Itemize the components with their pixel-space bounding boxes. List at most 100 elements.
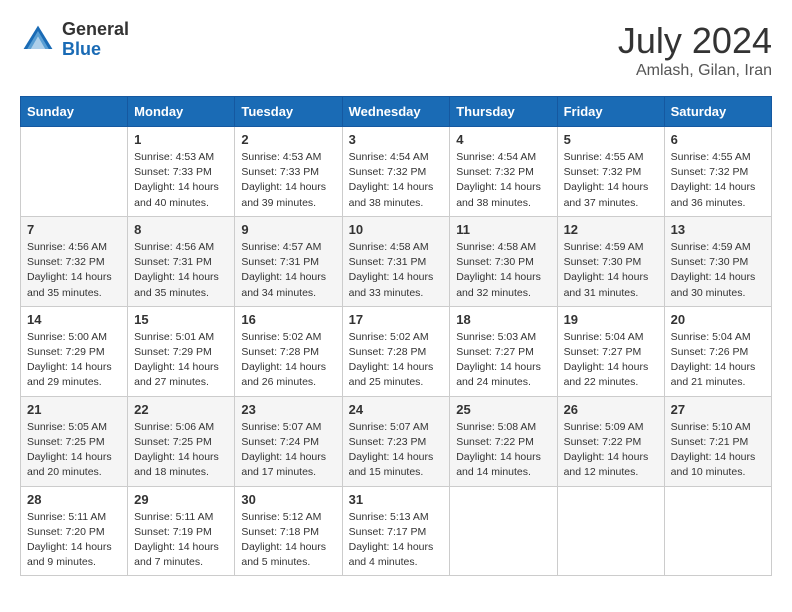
day-number: 8 xyxy=(134,222,228,237)
day-number: 17 xyxy=(349,312,444,327)
calendar-cell: 23 Sunrise: 5:07 AMSunset: 7:24 PMDayligh… xyxy=(235,396,342,486)
day-info: Sunrise: 5:09 AMSunset: 7:22 PMDaylight:… xyxy=(564,420,658,481)
day-number: 7 xyxy=(27,222,121,237)
calendar-cell xyxy=(21,127,128,217)
col-header-friday: Friday xyxy=(557,97,664,127)
day-info: Sunrise: 5:04 AMSunset: 7:27 PMDaylight:… xyxy=(564,330,658,391)
calendar-cell: 12 Sunrise: 4:59 AMSunset: 7:30 PMDayligh… xyxy=(557,216,664,306)
day-number: 19 xyxy=(564,312,658,327)
day-info: Sunrise: 5:00 AMSunset: 7:29 PMDaylight:… xyxy=(27,330,121,391)
calendar-cell: 15Sunrise: 5:01 AMSunset: 7:29 PMDayligh… xyxy=(128,306,235,396)
logo-blue-text: Blue xyxy=(62,40,129,60)
day-info: Sunrise: 5:07 AMSunset: 7:24 PMDaylight:… xyxy=(241,420,335,481)
day-info: Sunrise: 5:06 AMSunset: 7:25 PMDaylight:… xyxy=(134,420,228,481)
day-info: Sunrise: 4:53 AMSunset: 7:33 PMDaylight:… xyxy=(241,150,335,211)
calendar-week-row: 28 Sunrise: 5:11 AMSunset: 7:20 PMDayligh… xyxy=(21,486,772,576)
day-info: Sunrise: 4:54 AMSunset: 7:32 PMDaylight:… xyxy=(456,150,550,211)
day-info: Sunrise: 4:59 AMSunset: 7:30 PMDaylight:… xyxy=(564,240,658,301)
calendar-cell: 26Sunrise: 5:09 AMSunset: 7:22 PMDayligh… xyxy=(557,396,664,486)
day-number: 10 xyxy=(349,222,444,237)
calendar-cell xyxy=(557,486,664,576)
day-info: Sunrise: 5:05 AMSunset: 7:25 PMDaylight:… xyxy=(27,420,121,481)
calendar-week-row: 7 Sunrise: 4:56 AMSunset: 7:32 PMDaylight… xyxy=(21,216,772,306)
logo: General Blue xyxy=(20,20,129,60)
day-info: Sunrise: 5:04 AMSunset: 7:26 PMDaylight:… xyxy=(671,330,765,391)
day-number: 12 xyxy=(564,222,658,237)
day-info: Sunrise: 4:58 AMSunset: 7:31 PMDaylight:… xyxy=(349,240,444,301)
day-number: 31 xyxy=(349,492,444,507)
day-info: Sunrise: 4:54 AMSunset: 7:32 PMDaylight:… xyxy=(349,150,444,211)
day-number: 29 xyxy=(134,492,228,507)
calendar-cell: 31 Sunrise: 5:13 AMSunset: 7:17 PMDayligh… xyxy=(342,486,450,576)
day-number: 21 xyxy=(27,402,121,417)
day-number: 16 xyxy=(241,312,335,327)
day-number: 24 xyxy=(349,402,444,417)
calendar-week-row: 14Sunrise: 5:00 AMSunset: 7:29 PMDayligh… xyxy=(21,306,772,396)
calendar-cell: 4 Sunrise: 4:54 AMSunset: 7:32 PMDaylight… xyxy=(450,127,557,217)
calendar-cell: 13 Sunrise: 4:59 AMSunset: 7:30 PMDayligh… xyxy=(664,216,771,306)
day-number: 11 xyxy=(456,222,550,237)
logo-icon xyxy=(20,22,56,58)
day-number: 23 xyxy=(241,402,335,417)
day-info: Sunrise: 5:11 AMSunset: 7:19 PMDaylight:… xyxy=(134,510,228,571)
calendar-cell: 27 Sunrise: 5:10 AMSunset: 7:21 PMDayligh… xyxy=(664,396,771,486)
day-info: Sunrise: 5:02 AMSunset: 7:28 PMDaylight:… xyxy=(349,330,444,391)
calendar-cell: 3 Sunrise: 4:54 AMSunset: 7:32 PMDaylight… xyxy=(342,127,450,217)
day-number: 13 xyxy=(671,222,765,237)
day-info: Sunrise: 5:12 AMSunset: 7:18 PMDaylight:… xyxy=(241,510,335,571)
day-info: Sunrise: 4:59 AMSunset: 7:30 PMDaylight:… xyxy=(671,240,765,301)
col-header-monday: Monday xyxy=(128,97,235,127)
calendar-cell: 16Sunrise: 5:02 AMSunset: 7:28 PMDayligh… xyxy=(235,306,342,396)
logo-text: General Blue xyxy=(62,20,129,60)
calendar-week-row: 21 Sunrise: 5:05 AMSunset: 7:25 PMDayligh… xyxy=(21,396,772,486)
calendar-cell: 30 Sunrise: 5:12 AMSunset: 7:18 PMDayligh… xyxy=(235,486,342,576)
col-header-thursday: Thursday xyxy=(450,97,557,127)
day-info: Sunrise: 5:08 AMSunset: 7:22 PMDaylight:… xyxy=(456,420,550,481)
day-number: 27 xyxy=(671,402,765,417)
day-info: Sunrise: 5:13 AMSunset: 7:17 PMDaylight:… xyxy=(349,510,444,571)
day-number: 30 xyxy=(241,492,335,507)
calendar-cell: 17 Sunrise: 5:02 AMSunset: 7:28 PMDayligh… xyxy=(342,306,450,396)
calendar-table: SundayMondayTuesdayWednesdayThursdayFrid… xyxy=(20,96,772,576)
calendar-cell: 9 Sunrise: 4:57 AMSunset: 7:31 PMDaylight… xyxy=(235,216,342,306)
calendar-cell: 19 Sunrise: 5:04 AMSunset: 7:27 PMDayligh… xyxy=(557,306,664,396)
day-number: 5 xyxy=(564,132,658,147)
calendar-cell: 7 Sunrise: 4:56 AMSunset: 7:32 PMDaylight… xyxy=(21,216,128,306)
logo-general-text: General xyxy=(62,20,129,40)
day-info: Sunrise: 4:57 AMSunset: 7:31 PMDaylight:… xyxy=(241,240,335,301)
day-number: 2 xyxy=(241,132,335,147)
day-info: Sunrise: 5:11 AMSunset: 7:20 PMDaylight:… xyxy=(27,510,121,571)
col-header-sunday: Sunday xyxy=(21,97,128,127)
day-info: Sunrise: 5:10 AMSunset: 7:21 PMDaylight:… xyxy=(671,420,765,481)
day-number: 25 xyxy=(456,402,550,417)
day-number: 3 xyxy=(349,132,444,147)
day-info: Sunrise: 5:01 AMSunset: 7:29 PMDaylight:… xyxy=(134,330,228,391)
day-info: Sunrise: 4:58 AMSunset: 7:30 PMDaylight:… xyxy=(456,240,550,301)
location: Amlash, Gilan, Iran xyxy=(618,62,772,80)
day-number: 1 xyxy=(134,132,228,147)
calendar-cell: 14Sunrise: 5:00 AMSunset: 7:29 PMDayligh… xyxy=(21,306,128,396)
calendar-cell: 22Sunrise: 5:06 AMSunset: 7:25 PMDayligh… xyxy=(128,396,235,486)
title-block: July 2024 Amlash, Gilan, Iran xyxy=(618,20,772,80)
calendar-cell xyxy=(664,486,771,576)
calendar-cell: 6 Sunrise: 4:55 AMSunset: 7:32 PMDaylight… xyxy=(664,127,771,217)
month-year: July 2024 xyxy=(618,20,772,62)
col-header-wednesday: Wednesday xyxy=(342,97,450,127)
calendar-cell: 8 Sunrise: 4:56 AMSunset: 7:31 PMDaylight… xyxy=(128,216,235,306)
day-number: 4 xyxy=(456,132,550,147)
calendar-cell: 18 Sunrise: 5:03 AMSunset: 7:27 PMDayligh… xyxy=(450,306,557,396)
day-number: 6 xyxy=(671,132,765,147)
calendar-cell: 24Sunrise: 5:07 AMSunset: 7:23 PMDayligh… xyxy=(342,396,450,486)
calendar-cell xyxy=(450,486,557,576)
calendar-cell: 5Sunrise: 4:55 AMSunset: 7:32 PMDaylight… xyxy=(557,127,664,217)
day-number: 9 xyxy=(241,222,335,237)
day-number: 28 xyxy=(27,492,121,507)
day-info: Sunrise: 4:56 AMSunset: 7:32 PMDaylight:… xyxy=(27,240,121,301)
calendar-cell: 11 Sunrise: 4:58 AMSunset: 7:30 PMDayligh… xyxy=(450,216,557,306)
day-info: Sunrise: 4:56 AMSunset: 7:31 PMDaylight:… xyxy=(134,240,228,301)
day-info: Sunrise: 4:55 AMSunset: 7:32 PMDaylight:… xyxy=(671,150,765,211)
calendar-week-row: 1 Sunrise: 4:53 AMSunset: 7:33 PMDaylight… xyxy=(21,127,772,217)
day-number: 18 xyxy=(456,312,550,327)
day-info: Sunrise: 5:03 AMSunset: 7:27 PMDaylight:… xyxy=(456,330,550,391)
calendar-cell: 1Sunrise: 4:53 AMSunset: 7:33 PMDaylight… xyxy=(128,127,235,217)
